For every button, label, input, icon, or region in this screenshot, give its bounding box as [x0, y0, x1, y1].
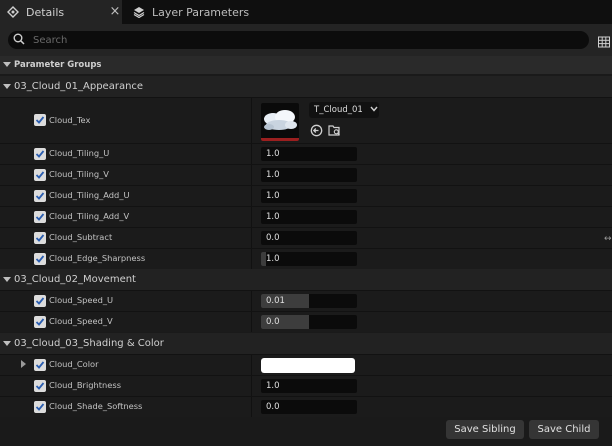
value-slider[interactable]: 0.0 [261, 315, 357, 329]
search-box[interactable] [8, 31, 589, 49]
value-input[interactable]: 1.0 [261, 168, 357, 182]
param-row-cloud-edge-sharpness: Cloud_Edge_Sharpness 1.0 [0, 248, 612, 269]
param-label: Cloud_Color [49, 359, 99, 369]
value-input[interactable]: 0.0 [261, 231, 357, 245]
override-checkbox[interactable] [34, 190, 46, 202]
override-checkbox[interactable] [34, 114, 46, 126]
search-icon [13, 33, 27, 47]
chevron-down-icon [0, 58, 14, 72]
group-header-shading-color[interactable]: 03_Cloud_03_Shading & Color [0, 333, 612, 354]
param-label: Cloud_Tiling_U [49, 148, 110, 158]
tab-bar: Details × Layer Parameters [0, 0, 612, 24]
param-row-cloud-brightness: Cloud_Brightness 1.0 [0, 375, 612, 396]
param-label: Cloud_Tiling_V [49, 169, 109, 179]
value-input[interactable]: 1.0 [261, 210, 357, 224]
color-swatch[interactable] [261, 358, 355, 373]
chevron-down-icon [370, 105, 378, 115]
group-name: 03_Cloud_03_Shading & Color [14, 338, 164, 349]
parameter-groups-label: Parameter Groups [14, 60, 102, 70]
param-row-cloud-color: Cloud_Color [0, 354, 612, 375]
texture-type-bar [261, 138, 299, 141]
group-name: 03_Cloud_01_Appearance [14, 81, 144, 92]
save-child-button[interactable]: Save Child [529, 420, 599, 439]
param-row-cloud-tiling-v: Cloud_Tiling_V 1.0 [0, 164, 612, 185]
param-row-cloud-shade-softness: Cloud_Shade_Softness 0.0 [0, 396, 612, 417]
group-header-movement[interactable]: 03_Cloud_02_Movement [0, 269, 612, 290]
value-slider[interactable]: 1.0 [261, 252, 357, 266]
override-checkbox[interactable] [34, 295, 46, 307]
param-label: Cloud_Subtract [49, 232, 113, 242]
param-label: Cloud_Tiling_Add_U [49, 190, 130, 200]
chevron-down-icon [0, 80, 14, 94]
texture-thumbnail[interactable] [261, 103, 299, 141]
param-label: Cloud_Shade_Softness [49, 401, 143, 411]
chevron-right-icon[interactable] [21, 360, 26, 368]
value-slider[interactable]: 0.01 [261, 294, 357, 308]
override-checkbox[interactable] [34, 316, 46, 328]
details-icon [6, 5, 20, 19]
value-input[interactable]: 0.0 [261, 400, 357, 414]
param-row-cloud-subtract: Cloud_Subtract 0.0 [0, 227, 612, 248]
value-input[interactable]: 1.0 [261, 147, 357, 161]
texture-asset-name: T_Cloud_01 [314, 105, 363, 115]
value-input[interactable]: 1.0 [261, 379, 357, 393]
override-checkbox[interactable] [34, 211, 46, 223]
param-label: Cloud_Brightness [49, 380, 122, 390]
search-input[interactable] [33, 34, 553, 46]
param-label: Cloud_Speed_U [49, 295, 114, 305]
search-row [0, 24, 612, 56]
override-checkbox[interactable] [34, 401, 46, 413]
override-checkbox[interactable] [34, 253, 46, 265]
param-row-cloud-tiling-add-u: Cloud_Tiling_Add_U 1.0 [0, 185, 612, 206]
tab-layer-parameters-label: Layer Parameters [152, 5, 250, 19]
override-checkbox[interactable] [34, 380, 46, 392]
param-row-cloud-tiling-u: Cloud_Tiling_U 1.0 [0, 143, 612, 164]
browse-asset-icon[interactable] [328, 124, 342, 138]
column-resize-icon[interactable]: ↔ [604, 234, 612, 244]
texture-asset-dropdown[interactable]: T_Cloud_01 [309, 102, 379, 118]
param-row-cloud-tex: Cloud_Tex T_Cloud_01 [0, 97, 612, 143]
tab-details[interactable]: Details × [0, 0, 122, 24]
details-panel: Parameter Groups 03_Cloud_01_Appearance … [0, 56, 612, 446]
override-checkbox[interactable] [34, 232, 46, 244]
tab-layer-parameters[interactable]: Layer Parameters [126, 0, 276, 24]
param-label: Cloud_Tiling_Add_V [49, 211, 130, 221]
override-checkbox[interactable] [34, 169, 46, 181]
parameter-groups-header[interactable]: Parameter Groups [0, 56, 612, 74]
table-view-icon[interactable] [598, 33, 610, 48]
use-selected-asset-icon[interactable] [310, 124, 324, 138]
chevron-down-icon [0, 273, 14, 287]
param-label: Cloud_Tex [49, 115, 91, 125]
override-checkbox[interactable] [34, 359, 46, 371]
group-name: 03_Cloud_02_Movement [14, 274, 136, 285]
param-label: Cloud_Speed_V [49, 316, 113, 326]
param-row-cloud-tiling-add-v: Cloud_Tiling_Add_V 1.0 [0, 206, 612, 227]
close-tab-icon[interactable]: × [108, 5, 122, 19]
param-row-cloud-speed-v: Cloud_Speed_V 0.0 [0, 311, 612, 332]
chevron-down-icon [0, 337, 14, 351]
value-input[interactable]: 1.0 [261, 189, 357, 203]
save-sibling-button[interactable]: Save Sibling [446, 420, 524, 439]
tab-details-label: Details [26, 5, 65, 19]
layers-icon [132, 5, 146, 19]
param-label: Cloud_Edge_Sharpness [49, 253, 146, 263]
override-checkbox[interactable] [34, 148, 46, 160]
group-header-appearance[interactable]: 03_Cloud_01_Appearance [0, 76, 612, 97]
param-row-cloud-speed-u: Cloud_Speed_U 0.01 [0, 290, 612, 311]
